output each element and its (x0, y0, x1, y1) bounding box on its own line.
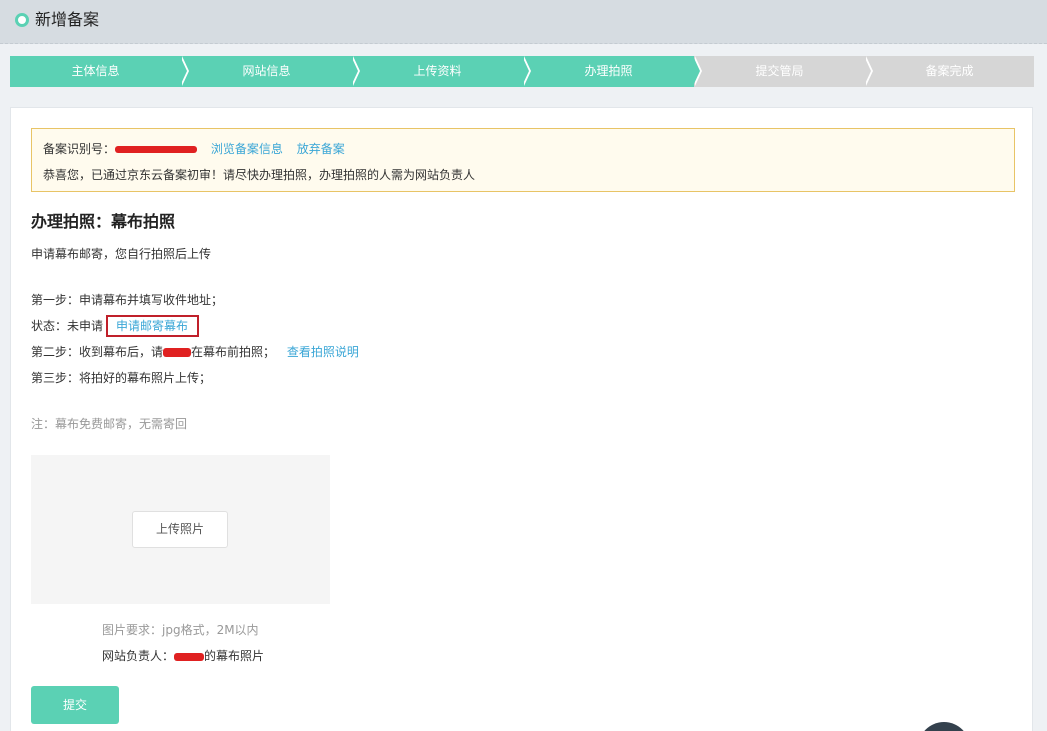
notice-message: 恭喜您，已通过京东云备案初审！请尽快办理拍照，办理拍照的人需为网站负责人 (43, 168, 476, 182)
step-label: 提交管局 (755, 64, 804, 78)
redacted-owner-name (174, 652, 205, 661)
page-header: 新增备案 (0, 0, 1047, 44)
step-label: 网站信息 (242, 64, 291, 78)
section-subtitle: 申请幕布邮寄，您自行拍照后上传 (31, 247, 212, 261)
step-complete: 备案完成 (865, 56, 1034, 87)
step2-text: 第二步：收到幕布后，请 在幕布前拍照； 查看拍照说明 (31, 344, 359, 360)
notice-id-line: 备案识别号： 浏览备案信息 放弃备案 (43, 141, 345, 157)
redacted-name (163, 348, 192, 357)
step-label: 主体信息 (71, 64, 120, 78)
status-label: 状态：未申请 (31, 319, 104, 333)
apply-backdrop-button[interactable]: 申请邮寄幕布 (106, 315, 200, 337)
step-label: 备案完成 (925, 64, 974, 78)
step-subject-info: 主体信息 (10, 56, 189, 87)
owner-prefix: 网站负责人： (102, 649, 175, 663)
redacted-filing-id (115, 146, 198, 153)
owner-suffix: 的幕布照片 (204, 649, 265, 663)
photo-upload-area[interactable]: 上传照片 (31, 455, 330, 604)
filing-id-label: 备案识别号： (43, 142, 116, 156)
step2-prefix: 第二步：收到幕布后，请 (31, 345, 164, 359)
step-website-info: 网站信息 (181, 56, 360, 87)
section-title: 办理拍照：幕布拍照 (31, 212, 176, 231)
step3-text: 第三步：将拍好的幕布照片上传； (31, 371, 212, 385)
main-card: 备案识别号： 浏览备案信息 放弃备案 恭喜您，已通过京东云备案初审！请尽快办理拍… (10, 107, 1033, 731)
notice-box: 备案识别号： 浏览备案信息 放弃备案 恭喜您，已通过京东云备案初审！请尽快办理拍… (31, 128, 1015, 192)
step2-suffix: 在幕布前拍照； (191, 345, 276, 359)
abandon-filing-link[interactable]: 放弃备案 (297, 142, 345, 156)
note-text: 注：幕布免费邮寄，无需寄回 (31, 417, 188, 431)
status-line: 状态：未申请 申请邮寄幕布 (31, 315, 200, 337)
step1-text: 第一步：申请幕布并填写收件地址； (31, 293, 224, 307)
status-circle-icon (15, 13, 29, 27)
submit-button[interactable]: 提交 (31, 686, 119, 724)
browse-filing-link[interactable]: 浏览备案信息 (211, 142, 283, 156)
page-title: 新增备案 (35, 10, 100, 29)
image-requirement: 图片要求：jpg格式，2M以内 (102, 623, 259, 637)
step-submit-bureau: 提交管局 (694, 56, 873, 87)
step-label: 办理拍照 (584, 64, 633, 78)
step-upload-materials: 上传资料 (352, 56, 531, 87)
progress-steps: 主体信息 网站信息 上传资料 办理拍照 提交管局 备案完成 (10, 56, 1034, 87)
step-photo: 办理拍照 (523, 56, 702, 87)
owner-caption: 网站负责人： 的幕布照片 (102, 648, 264, 664)
photo-instructions-link[interactable]: 查看拍照说明 (287, 345, 359, 359)
step-label: 上传资料 (413, 64, 462, 78)
upload-photo-button[interactable]: 上传照片 (132, 511, 228, 548)
